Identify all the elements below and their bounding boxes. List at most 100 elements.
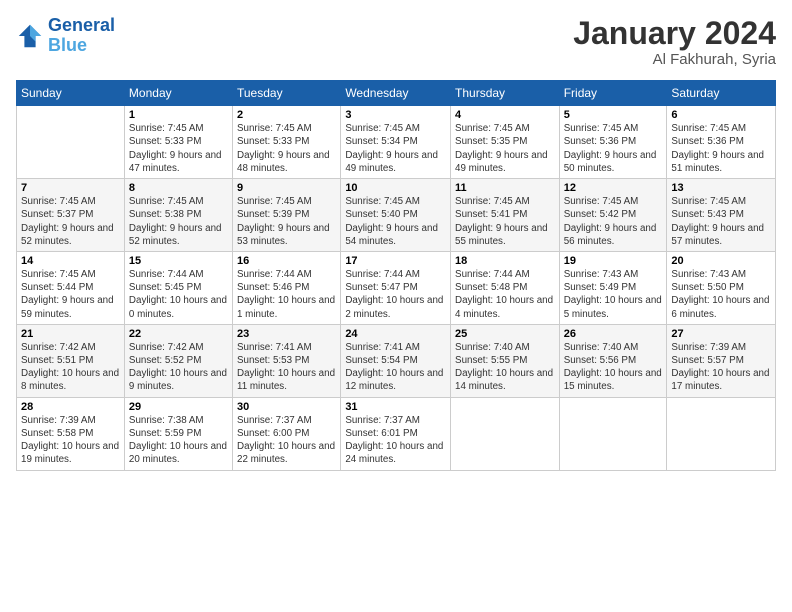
header: General Blue January 2024 Al Fakhurah, S… [16,16,776,68]
day-number: 29 [129,401,228,413]
calendar-cell: 19Sunrise: 7:43 AMSunset: 5:49 PMDayligh… [559,251,667,324]
logo-text: General Blue [48,16,115,56]
day-number: 20 [671,255,771,267]
calendar-cell: 20Sunrise: 7:43 AMSunset: 5:50 PMDayligh… [667,251,776,324]
calendar-cell: 26Sunrise: 7:40 AMSunset: 5:56 PMDayligh… [559,324,667,397]
calendar-cell: 18Sunrise: 7:44 AMSunset: 5:48 PMDayligh… [451,251,560,324]
calendar-cell: 5Sunrise: 7:45 AMSunset: 5:36 PMDaylight… [559,106,667,179]
cell-content: Sunrise: 7:45 AMSunset: 5:43 PMDaylight:… [671,195,771,248]
week-row-2: 14Sunrise: 7:45 AMSunset: 5:44 PMDayligh… [17,251,776,324]
day-number: 13 [671,182,771,194]
location: Al Fakhurah, Syria [573,51,776,68]
calendar-cell: 2Sunrise: 7:45 AMSunset: 5:33 PMDaylight… [233,106,341,179]
cell-content: Sunrise: 7:45 AMSunset: 5:33 PMDaylight:… [129,122,228,175]
day-number: 1 [129,109,228,121]
day-number: 7 [21,182,120,194]
cell-content: Sunrise: 7:45 AMSunset: 5:41 PMDaylight:… [455,195,555,248]
logo: General Blue [16,16,115,56]
cell-content: Sunrise: 7:44 AMSunset: 5:48 PMDaylight:… [455,268,555,321]
logo-blue: Blue [48,35,87,55]
calendar-cell: 27Sunrise: 7:39 AMSunset: 5:57 PMDayligh… [667,324,776,397]
cell-content: Sunrise: 7:45 AMSunset: 5:40 PMDaylight:… [345,195,446,248]
calendar-cell: 25Sunrise: 7:40 AMSunset: 5:55 PMDayligh… [451,324,560,397]
col-monday: Monday [124,81,232,106]
day-number: 9 [237,182,336,194]
cell-content: Sunrise: 7:41 AMSunset: 5:54 PMDaylight:… [345,341,446,394]
logo-general: General [48,15,115,35]
calendar-cell: 14Sunrise: 7:45 AMSunset: 5:44 PMDayligh… [17,251,125,324]
cell-content: Sunrise: 7:37 AMSunset: 6:01 PMDaylight:… [345,414,446,467]
calendar-cell: 1Sunrise: 7:45 AMSunset: 5:33 PMDaylight… [124,106,232,179]
day-number: 5 [564,109,663,121]
calendar-cell: 31Sunrise: 7:37 AMSunset: 6:01 PMDayligh… [341,397,451,470]
day-number: 30 [237,401,336,413]
col-saturday: Saturday [667,81,776,106]
day-number: 4 [455,109,555,121]
cell-content: Sunrise: 7:43 AMSunset: 5:50 PMDaylight:… [671,268,771,321]
cell-content: Sunrise: 7:44 AMSunset: 5:46 PMDaylight:… [237,268,336,321]
cell-content: Sunrise: 7:40 AMSunset: 5:56 PMDaylight:… [564,341,663,394]
day-number: 21 [21,328,120,340]
cell-content: Sunrise: 7:45 AMSunset: 5:34 PMDaylight:… [345,122,446,175]
day-number: 23 [237,328,336,340]
calendar-cell: 15Sunrise: 7:44 AMSunset: 5:45 PMDayligh… [124,251,232,324]
calendar-cell: 3Sunrise: 7:45 AMSunset: 5:34 PMDaylight… [341,106,451,179]
logo-icon [16,22,44,50]
day-number: 28 [21,401,120,413]
calendar-cell [667,397,776,470]
calendar-cell: 4Sunrise: 7:45 AMSunset: 5:35 PMDaylight… [451,106,560,179]
calendar-cell: 13Sunrise: 7:45 AMSunset: 5:43 PMDayligh… [667,179,776,252]
calendar-cell: 22Sunrise: 7:42 AMSunset: 5:52 PMDayligh… [124,324,232,397]
cell-content: Sunrise: 7:40 AMSunset: 5:55 PMDaylight:… [455,341,555,394]
calendar-cell: 28Sunrise: 7:39 AMSunset: 5:58 PMDayligh… [17,397,125,470]
title-block: January 2024 Al Fakhurah, Syria [573,16,776,68]
day-number: 17 [345,255,446,267]
col-wednesday: Wednesday [341,81,451,106]
cell-content: Sunrise: 7:37 AMSunset: 6:00 PMDaylight:… [237,414,336,467]
cell-content: Sunrise: 7:45 AMSunset: 5:39 PMDaylight:… [237,195,336,248]
cell-content: Sunrise: 7:44 AMSunset: 5:47 PMDaylight:… [345,268,446,321]
calendar-table: Sunday Monday Tuesday Wednesday Thursday… [16,80,776,470]
calendar-cell: 21Sunrise: 7:42 AMSunset: 5:51 PMDayligh… [17,324,125,397]
col-friday: Friday [559,81,667,106]
day-number: 8 [129,182,228,194]
calendar-cell: 16Sunrise: 7:44 AMSunset: 5:46 PMDayligh… [233,251,341,324]
calendar-cell: 17Sunrise: 7:44 AMSunset: 5:47 PMDayligh… [341,251,451,324]
calendar-cell: 10Sunrise: 7:45 AMSunset: 5:40 PMDayligh… [341,179,451,252]
calendar-cell: 9Sunrise: 7:45 AMSunset: 5:39 PMDaylight… [233,179,341,252]
week-row-0: 1Sunrise: 7:45 AMSunset: 5:33 PMDaylight… [17,106,776,179]
calendar-cell: 11Sunrise: 7:45 AMSunset: 5:41 PMDayligh… [451,179,560,252]
calendar-cell [451,397,560,470]
cell-content: Sunrise: 7:45 AMSunset: 5:36 PMDaylight:… [564,122,663,175]
header-row: Sunday Monday Tuesday Wednesday Thursday… [17,81,776,106]
cell-content: Sunrise: 7:41 AMSunset: 5:53 PMDaylight:… [237,341,336,394]
col-thursday: Thursday [451,81,560,106]
day-number: 2 [237,109,336,121]
col-tuesday: Tuesday [233,81,341,106]
cell-content: Sunrise: 7:44 AMSunset: 5:45 PMDaylight:… [129,268,228,321]
cell-content: Sunrise: 7:42 AMSunset: 5:51 PMDaylight:… [21,341,120,394]
calendar-cell: 24Sunrise: 7:41 AMSunset: 5:54 PMDayligh… [341,324,451,397]
cell-content: Sunrise: 7:43 AMSunset: 5:49 PMDaylight:… [564,268,663,321]
col-sunday: Sunday [17,81,125,106]
day-number: 24 [345,328,446,340]
day-number: 25 [455,328,555,340]
day-number: 3 [345,109,446,121]
cell-content: Sunrise: 7:45 AMSunset: 5:33 PMDaylight:… [237,122,336,175]
cell-content: Sunrise: 7:45 AMSunset: 5:35 PMDaylight:… [455,122,555,175]
day-number: 16 [237,255,336,267]
cell-content: Sunrise: 7:45 AMSunset: 5:37 PMDaylight:… [21,195,120,248]
cell-content: Sunrise: 7:42 AMSunset: 5:52 PMDaylight:… [129,341,228,394]
calendar-cell: 12Sunrise: 7:45 AMSunset: 5:42 PMDayligh… [559,179,667,252]
day-number: 10 [345,182,446,194]
calendar-cell: 7Sunrise: 7:45 AMSunset: 5:37 PMDaylight… [17,179,125,252]
day-number: 11 [455,182,555,194]
calendar-cell [559,397,667,470]
day-number: 26 [564,328,663,340]
day-number: 31 [345,401,446,413]
cell-content: Sunrise: 7:38 AMSunset: 5:59 PMDaylight:… [129,414,228,467]
day-number: 22 [129,328,228,340]
month-title: January 2024 [573,16,776,51]
day-number: 18 [455,255,555,267]
day-number: 6 [671,109,771,121]
